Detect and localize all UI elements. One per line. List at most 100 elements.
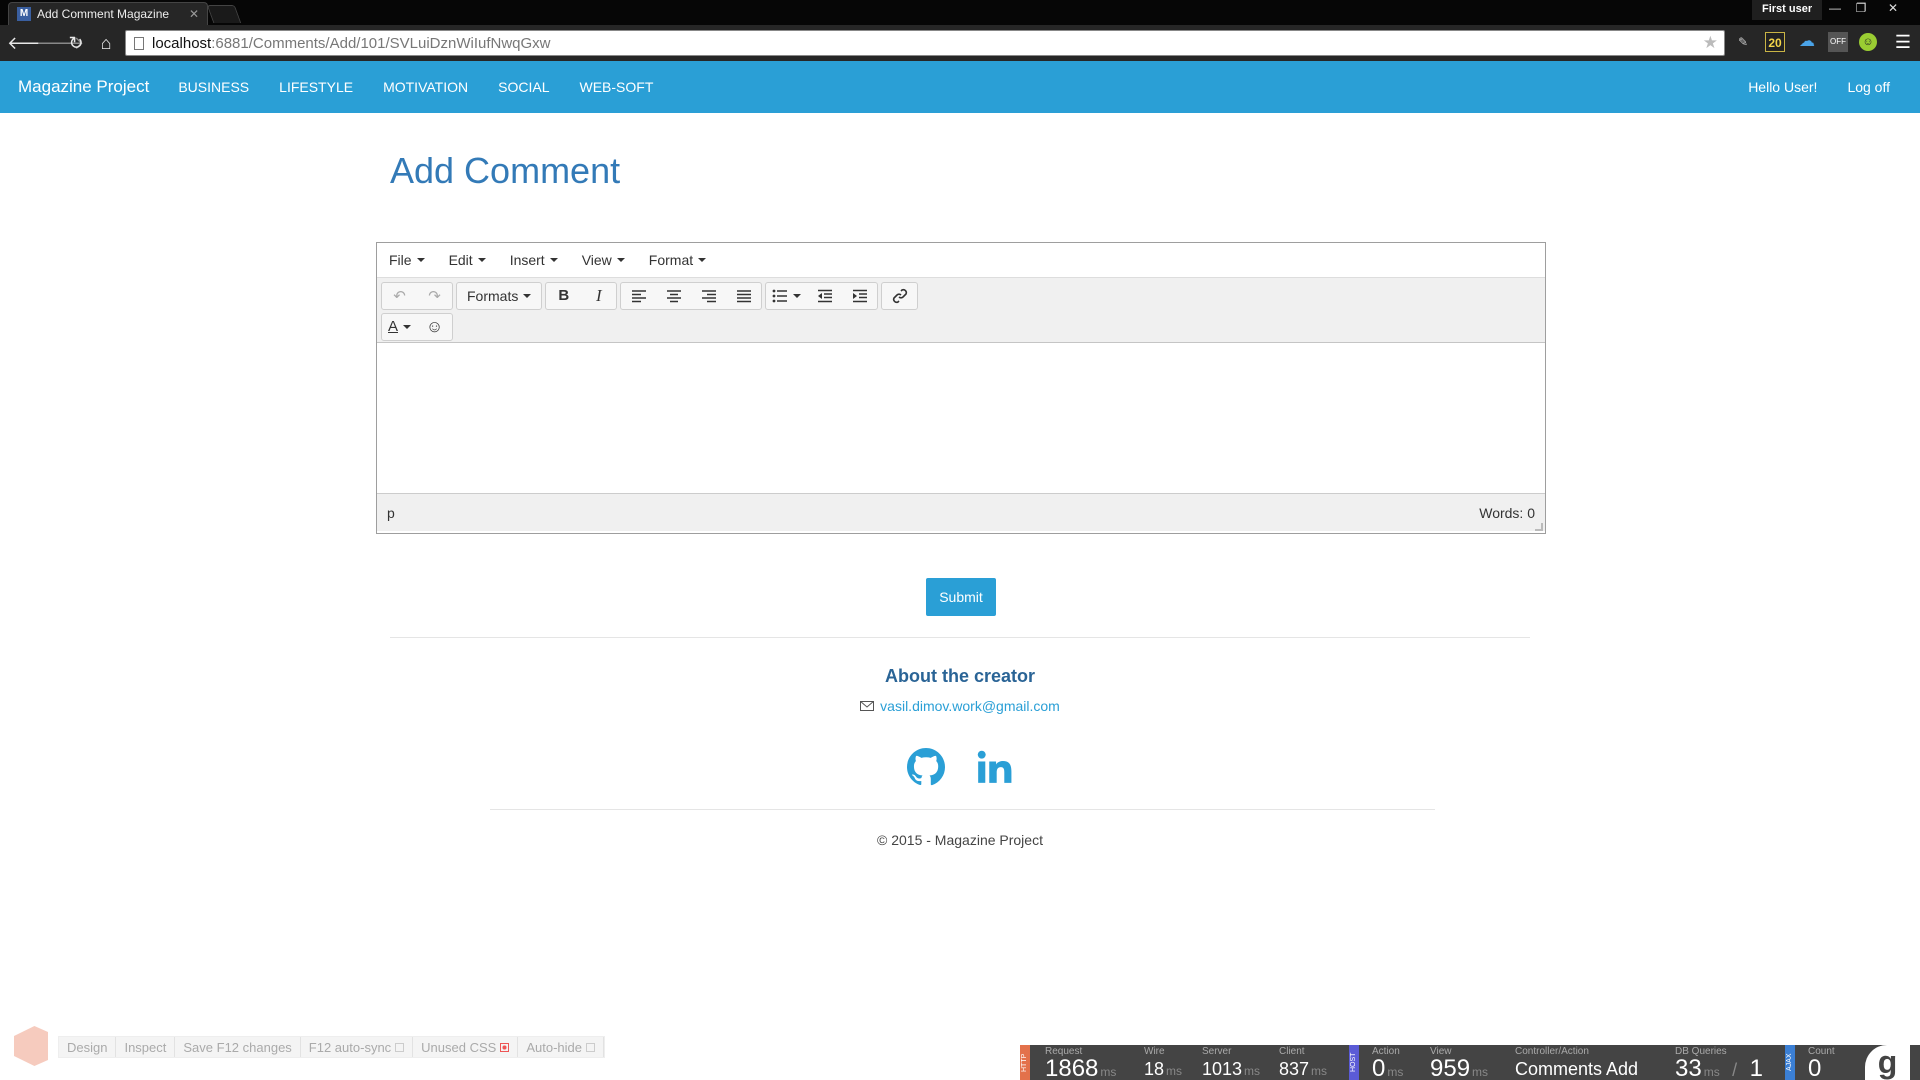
align-left-icon[interactable] [621, 283, 656, 309]
browser-toolbar: 🡐 🡒 ↻ ⌂ localhost :6881/Comments/Add/101… [0, 25, 1920, 61]
home-icon[interactable]: ⌂ [94, 31, 118, 55]
smiley-extension-icon[interactable]: ☺ [1859, 33, 1877, 51]
indent-icon[interactable] [842, 283, 877, 309]
nav-lifestyle[interactable]: LIFESTYLE [264, 79, 368, 95]
metric-request: Request 1868 ms [1045, 1047, 1116, 1080]
browser-titlebar: M Add Comment Magazine ✕ First user — ❐ … [0, 0, 1920, 25]
email-row: vasil.dimov.work@gmail.com [0, 698, 1920, 714]
cloud-extension-icon[interactable]: ☁ [1797, 32, 1817, 52]
element-path[interactable]: p [387, 505, 395, 521]
color-group: A ☺ [381, 312, 454, 341]
metric-value: Comments Add [1515, 1059, 1639, 1079]
profile-button[interactable]: First user [1752, 0, 1823, 20]
reload-icon[interactable]: ↻ [64, 31, 88, 55]
metric-label: Server [1202, 1046, 1232, 1057]
github-icon[interactable] [905, 746, 947, 788]
rich-text-editor: File Edit Insert View Format ↶ ↷ Formats… [376, 242, 1546, 534]
metric-count: Count 0 [1808, 1047, 1835, 1080]
email-link[interactable]: vasil.dimov.work@gmail.com [880, 698, 1060, 714]
menu-format[interactable]: Format [649, 252, 707, 268]
copyright-text: © 2015 - Magazine Project [877, 832, 1043, 848]
visual-studio-logo-icon[interactable] [14, 1026, 48, 1066]
tab-favicon-icon: M [17, 7, 31, 21]
back-icon[interactable]: 🡐 [7, 31, 55, 55]
editor-content-area[interactable] [377, 343, 1545, 493]
menu-edit[interactable]: Edit [449, 252, 486, 268]
caret-down-icon [616, 258, 625, 262]
forward-icon[interactable]: 🡒 [36, 31, 84, 55]
editor-menubar: File Edit Insert View Format [377, 243, 1545, 278]
nav-web-soft[interactable]: WEB-SOFT [564, 79, 668, 95]
formats-dropdown[interactable]: Formats [457, 283, 541, 309]
bl-save-button[interactable]: Save F12 changes [175, 1037, 301, 1057]
envelope-icon [860, 701, 875, 711]
bl-unused-css-label: Unused CSS [421, 1039, 497, 1055]
menu-insert[interactable]: Insert [510, 252, 558, 268]
metric-value: 1 [1749, 1055, 1763, 1080]
italic-icon[interactable]: I [581, 283, 616, 309]
bl-unused-css-toggle[interactable]: Unused CSS [413, 1037, 519, 1057]
align-center-icon[interactable] [656, 283, 691, 309]
caret-down-icon [403, 324, 412, 329]
menu-view[interactable]: View [582, 252, 625, 268]
metric-value: 1868 [1045, 1055, 1099, 1080]
list-group [765, 281, 879, 310]
nav-motivation[interactable]: MOTIVATION [368, 79, 483, 95]
brand-link[interactable]: Magazine Project [18, 77, 149, 97]
minimize-icon[interactable]: — [1822, 0, 1848, 18]
align-justify-icon[interactable] [726, 283, 761, 309]
link-icon[interactable] [882, 283, 917, 309]
new-tab-button[interactable] [206, 5, 242, 23]
off-extension-icon[interactable]: OFF [1828, 32, 1848, 52]
align-right-icon[interactable] [691, 283, 726, 309]
metric-wire: Wire 18 ms [1144, 1047, 1182, 1080]
bookmark-star-icon[interactable]: ★ [1703, 33, 1718, 53]
glimpse-hud[interactable]: HTTP Request 1868 ms Wire 18 ms Server 101… [1020, 1045, 1920, 1080]
logoff-link[interactable]: Log off [1832, 79, 1905, 95]
menu-file[interactable]: File [389, 252, 425, 268]
social-links [0, 746, 1920, 788]
app-navbar: Magazine Project BUSINESS LIFESTYLE MOTI… [0, 61, 1920, 113]
metric-unit: ms [1166, 1064, 1183, 1078]
checkbox-icon[interactable] [500, 1042, 510, 1052]
nav-business[interactable]: BUSINESS [163, 79, 264, 95]
tab-title: Add Comment Magazine [37, 7, 170, 21]
bl-design-button[interactable]: Design [59, 1037, 117, 1057]
metric-value: 959 [1430, 1055, 1471, 1080]
submit-button[interactable]: Submit [926, 578, 996, 616]
undo-icon[interactable]: ↶ [382, 283, 417, 309]
emoticon-icon[interactable]: ☺ [417, 314, 452, 340]
bl-autosync-toggle[interactable]: F12 auto-sync [301, 1037, 414, 1057]
address-bar[interactable]: localhost :6881/Comments/Add/101/SVLuiDz… [125, 30, 1725, 56]
browser-tab-active[interactable]: M Add Comment Magazine ✕ [8, 2, 208, 25]
bl-inspect-button[interactable]: Inspect [116, 1037, 176, 1057]
pen-extension-icon[interactable]: ✎ [1733, 32, 1753, 52]
tab-close-icon[interactable]: ✕ [189, 7, 199, 21]
menu-view-label: View [581, 252, 612, 268]
url-path: :6881/Comments/Add/101/SVLuiDznWiIufNwqG… [211, 34, 551, 52]
alignment-group [620, 281, 763, 310]
redo-icon[interactable]: ↷ [417, 283, 452, 309]
metric-client: Client 837 ms [1279, 1047, 1327, 1080]
browserlink-toolbar: Design Inspect Save F12 changes F12 auto… [58, 1036, 605, 1058]
badge-extension-icon[interactable]: 20 [1765, 32, 1785, 52]
user-greeting-link[interactable]: Hello User! [1733, 79, 1832, 95]
bullet-list-icon[interactable] [766, 283, 807, 309]
checkbox-icon[interactable] [585, 1042, 595, 1052]
linkedin-icon[interactable] [973, 746, 1015, 788]
metric-unit: ms [1100, 1065, 1117, 1079]
text-color-icon[interactable]: A [382, 314, 417, 340]
outdent-icon[interactable] [807, 283, 842, 309]
glimpse-logo-icon[interactable]: g [1865, 1045, 1910, 1080]
checkbox-icon[interactable] [395, 1042, 405, 1052]
bold-icon[interactable]: B [546, 283, 581, 309]
nav-social[interactable]: SOCIAL [483, 79, 564, 95]
restore-icon[interactable]: ❐ [1848, 0, 1874, 18]
bl-autohide-toggle[interactable]: Auto-hide [518, 1037, 604, 1057]
about-title: About the creator [884, 666, 1035, 686]
metric-unit: ms [1244, 1064, 1261, 1078]
metric-value: 33 [1675, 1055, 1702, 1080]
menu-icon[interactable]: ☰ [1893, 32, 1913, 52]
resize-handle-icon[interactable] [1535, 523, 1543, 531]
close-window-icon[interactable]: ✕ [1880, 0, 1906, 18]
